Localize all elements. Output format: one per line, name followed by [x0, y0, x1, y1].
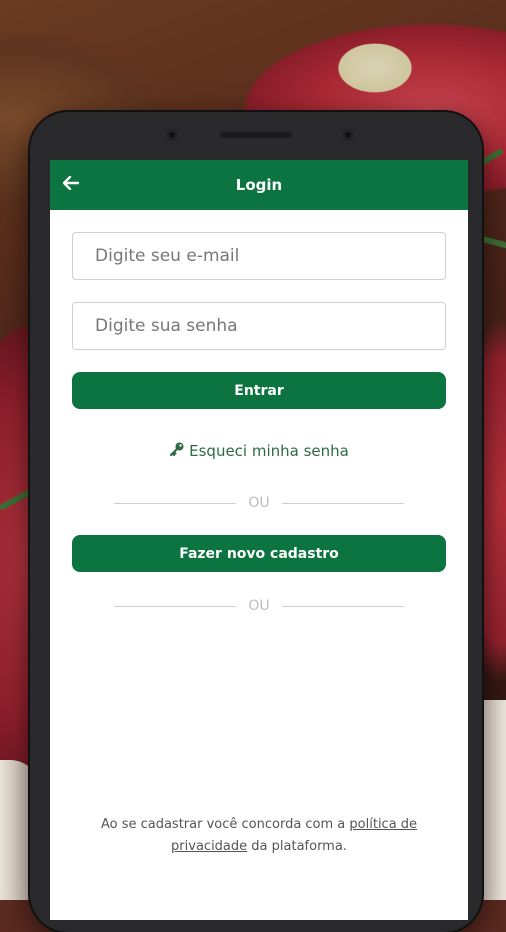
page-title: Login — [235, 176, 283, 194]
divider-line — [114, 605, 237, 607]
divider-line — [281, 502, 404, 504]
divider-label: OU — [248, 598, 270, 614]
login-form: Entrar Esqueci minha senha OU Fazer novo… — [50, 210, 468, 614]
forgot-password-link[interactable]: Esqueci minha senha — [72, 441, 446, 461]
app-bar: Login — [50, 160, 468, 210]
terms-prefix: Ao se cadastrar você concorda com a — [100, 817, 350, 832]
password-field[interactable] — [72, 302, 446, 350]
phone-frame: Login Entrar Esqueci minha senha OU — [30, 112, 482, 932]
privacy-policy-link[interactable]: política de — [349, 817, 417, 832]
privacy-policy-link-cont[interactable]: privacidade — [171, 839, 247, 854]
email-field[interactable] — [72, 232, 446, 280]
forgot-password-label: Esqueci minha senha — [189, 442, 349, 460]
arrow-left-icon — [62, 175, 80, 194]
app-screen: Login Entrar Esqueci minha senha OU — [50, 160, 468, 920]
terms-suffix: da plataforma. — [247, 839, 347, 854]
divider-line — [114, 502, 237, 504]
divider-line — [281, 605, 404, 607]
phone-sensor — [166, 129, 178, 141]
key-icon — [169, 441, 185, 461]
phone-camera — [342, 129, 354, 141]
terms-notice: Ao se cadastrar você concorda com a polí… — [50, 814, 468, 858]
or-divider: OU — [72, 495, 446, 511]
or-divider: OU — [72, 598, 446, 614]
back-button[interactable] — [60, 173, 82, 195]
phone-speaker — [220, 132, 292, 138]
login-button[interactable]: Entrar — [72, 372, 446, 409]
divider-label: OU — [248, 495, 270, 511]
signup-button[interactable]: Fazer novo cadastro — [72, 535, 446, 572]
